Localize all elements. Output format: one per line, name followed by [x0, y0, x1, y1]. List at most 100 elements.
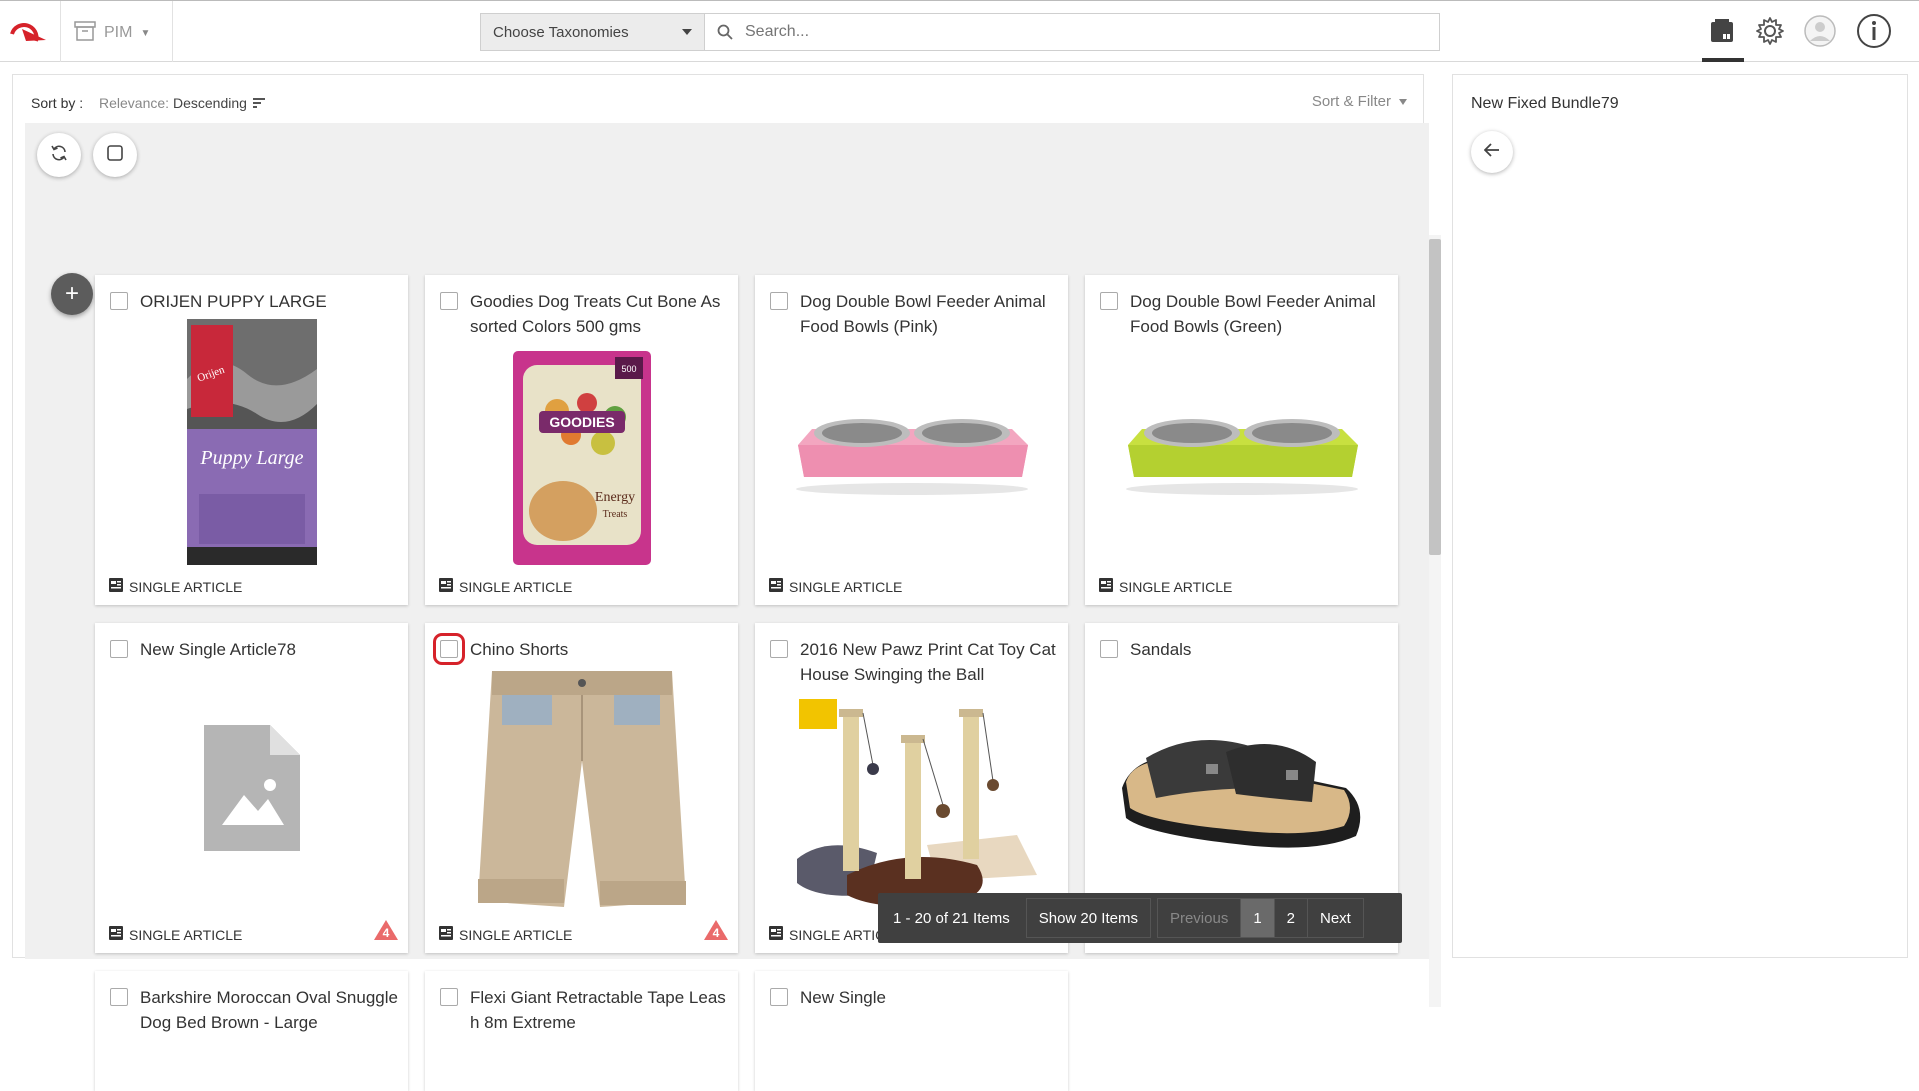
card-footer: SINGLE ARTICLE [439, 578, 572, 595]
sort-direction[interactable]: Descending [173, 95, 265, 111]
card-checkbox[interactable] [770, 640, 788, 658]
info-icon[interactable] [1856, 13, 1892, 49]
card-type: SINGLE ARTICLE [1119, 578, 1233, 595]
product-card[interactable]: Chino Shorts SINGLE ARTICLE 4 [425, 623, 738, 953]
card-type: SINGLE ARTICLE [459, 578, 573, 595]
detail-title: New Fixed Bundle79 [1471, 95, 1619, 112]
card-title: New Single [800, 988, 886, 1007]
pagination-range: 1 - 20 of 21 Items [893, 909, 1010, 927]
card-checkbox[interactable] [1100, 292, 1118, 310]
taxonomy-select-label: Choose Taxonomies [493, 23, 629, 41]
card-checkbox[interactable] [1100, 640, 1118, 658]
card-title: Sandals [1130, 640, 1192, 659]
article-icon [769, 578, 783, 595]
card-checkbox[interactable] [440, 292, 458, 310]
plus-icon: + [64, 280, 79, 307]
sort-filter-label: Sort & Filter [1311, 93, 1391, 110]
card-title: Dog Double Bowl Feeder Animal Food Bowls… [1130, 292, 1376, 336]
warning-count: 4 [383, 926, 390, 940]
card-checkbox[interactable] [770, 988, 788, 1006]
svg-text:Treats: Treats [602, 509, 627, 520]
card-title: 2016 New Pawz Print Cat Toy Cat House Sw… [800, 640, 1056, 684]
card-type: SINGLE ARTICLE [129, 578, 243, 595]
svg-text:500: 500 [621, 364, 636, 374]
product-card[interactable]: Barkshire Moroccan Oval Snuggle Dog Bed … [95, 971, 408, 1091]
select-all-button[interactable] [93, 133, 137, 177]
card-title: Barkshire Moroccan Oval Snuggle Dog Bed … [140, 988, 398, 1032]
detail-panel: New Fixed Bundle79 [1452, 74, 1908, 958]
product-bundle-icon[interactable] [1704, 13, 1740, 49]
caret-down-icon [1399, 98, 1407, 105]
page-size-button[interactable]: Show 20 Items [1025, 898, 1151, 938]
card-type: SINGLE ARTICLE [789, 578, 903, 595]
article-icon [1099, 578, 1113, 595]
article-icon [769, 926, 783, 943]
sort-field[interactable]: Relevance: [99, 95, 169, 111]
top-bar: PIM ▼ Choose Taxonomies [0, 0, 1919, 62]
active-tab-indicator [1702, 58, 1744, 62]
page-button-2[interactable]: 2 [1273, 898, 1307, 938]
gear-icon[interactable] [1752, 13, 1788, 49]
warning-icon[interactable]: 4 [374, 920, 398, 945]
card-title: ORIJEN PUPPY LARGE [140, 292, 327, 311]
card-checkbox[interactable] [110, 988, 128, 1006]
card-footer: SINGLE ARTICLE [439, 926, 572, 943]
scrollbar-thumb[interactable] [1429, 239, 1441, 555]
results-panel: Sort by : Relevance: Descending Sort & F… [12, 74, 1441, 1091]
next-page-button[interactable]: Next [1307, 898, 1364, 938]
product-card[interactable]: Goodies Dog Treats Cut Bone Assorted Col… [425, 275, 738, 605]
card-checkbox[interactable] [770, 292, 788, 310]
product-image-treats: GOODIES Energy Treats 500 [445, 351, 718, 565]
app-switcher[interactable]: PIM ▼ [74, 20, 150, 46]
refresh-button[interactable] [37, 133, 81, 177]
article-icon [109, 926, 123, 943]
article-icon [439, 926, 453, 943]
svg-text:Puppy Large: Puppy Large [199, 447, 303, 469]
header-divider [172, 1, 173, 62]
card-checkbox[interactable] [440, 988, 458, 1006]
card-footer: SINGLE ARTICLE [769, 578, 902, 595]
product-card[interactable]: Dog Double Bowl Feeder Animal Food Bowls… [1085, 275, 1398, 605]
card-checkbox[interactable] [110, 640, 128, 658]
header-divider [60, 1, 61, 62]
caret-down-icon [682, 29, 692, 35]
article-icon [109, 578, 123, 595]
card-type: SINGLE ARTICLE [459, 926, 573, 943]
card-title: Dog Double Bowl Feeder Animal Food Bowls… [800, 292, 1046, 336]
sort-filter-toggle[interactable]: Sort & Filter [1312, 93, 1407, 110]
taxonomy-select[interactable]: Choose Taxonomies [480, 13, 704, 51]
product-image-green-bowl [1105, 395, 1378, 505]
add-item-button[interactable]: + [51, 273, 93, 315]
card-type: SINGLE ARTICLE [129, 926, 243, 943]
product-image-shorts [445, 669, 718, 913]
product-card[interactable]: New Single [755, 971, 1068, 1091]
card-footer: SINGLE ARTICLE [1099, 578, 1232, 595]
product-image-sandal [1105, 713, 1378, 863]
search-input[interactable] [745, 23, 1439, 41]
page-button-1[interactable]: 1 [1240, 898, 1274, 938]
sort-lines-icon [252, 95, 265, 111]
card-title: Flexi Giant Retractable Tape Leash 8m Ex… [470, 988, 726, 1032]
card-title: Chino Shorts [470, 640, 569, 659]
card-checkbox[interactable] [110, 292, 128, 310]
product-image-cat-tree [775, 693, 1048, 913]
search-icon [717, 24, 733, 45]
card-footer: SINGLE ARTICLE [109, 578, 242, 595]
product-image-orijen: Orijen Puppy Large [115, 319, 388, 565]
sort-direction-label: Descending [173, 95, 247, 111]
previous-page-button[interactable]: Previous [1156, 898, 1241, 938]
warning-icon[interactable]: 4 [704, 920, 728, 945]
product-card[interactable]: Flexi Giant Retractable Tape Leash 8m Ex… [425, 971, 738, 1091]
product-card[interactable]: ORIJEN PUPPY LARGE Orijen Puppy Large SI… [95, 275, 408, 605]
warning-count: 4 [713, 926, 720, 940]
brand-logo[interactable] [6, 21, 52, 47]
product-card[interactable]: Dog Double Bowl Feeder Animal Food Bowls… [755, 275, 1068, 605]
checkbox-square-icon [106, 144, 124, 167]
user-avatar-icon[interactable] [1802, 13, 1838, 49]
sort-label: Sort by : [31, 95, 84, 111]
product-card[interactable]: New Single Article78 SINGLE ARTICLE 4 [95, 623, 408, 953]
archive-icon [74, 20, 96, 46]
back-button[interactable] [1471, 131, 1513, 173]
card-checkbox[interactable] [433, 633, 465, 665]
app-name: PIM [104, 24, 133, 41]
